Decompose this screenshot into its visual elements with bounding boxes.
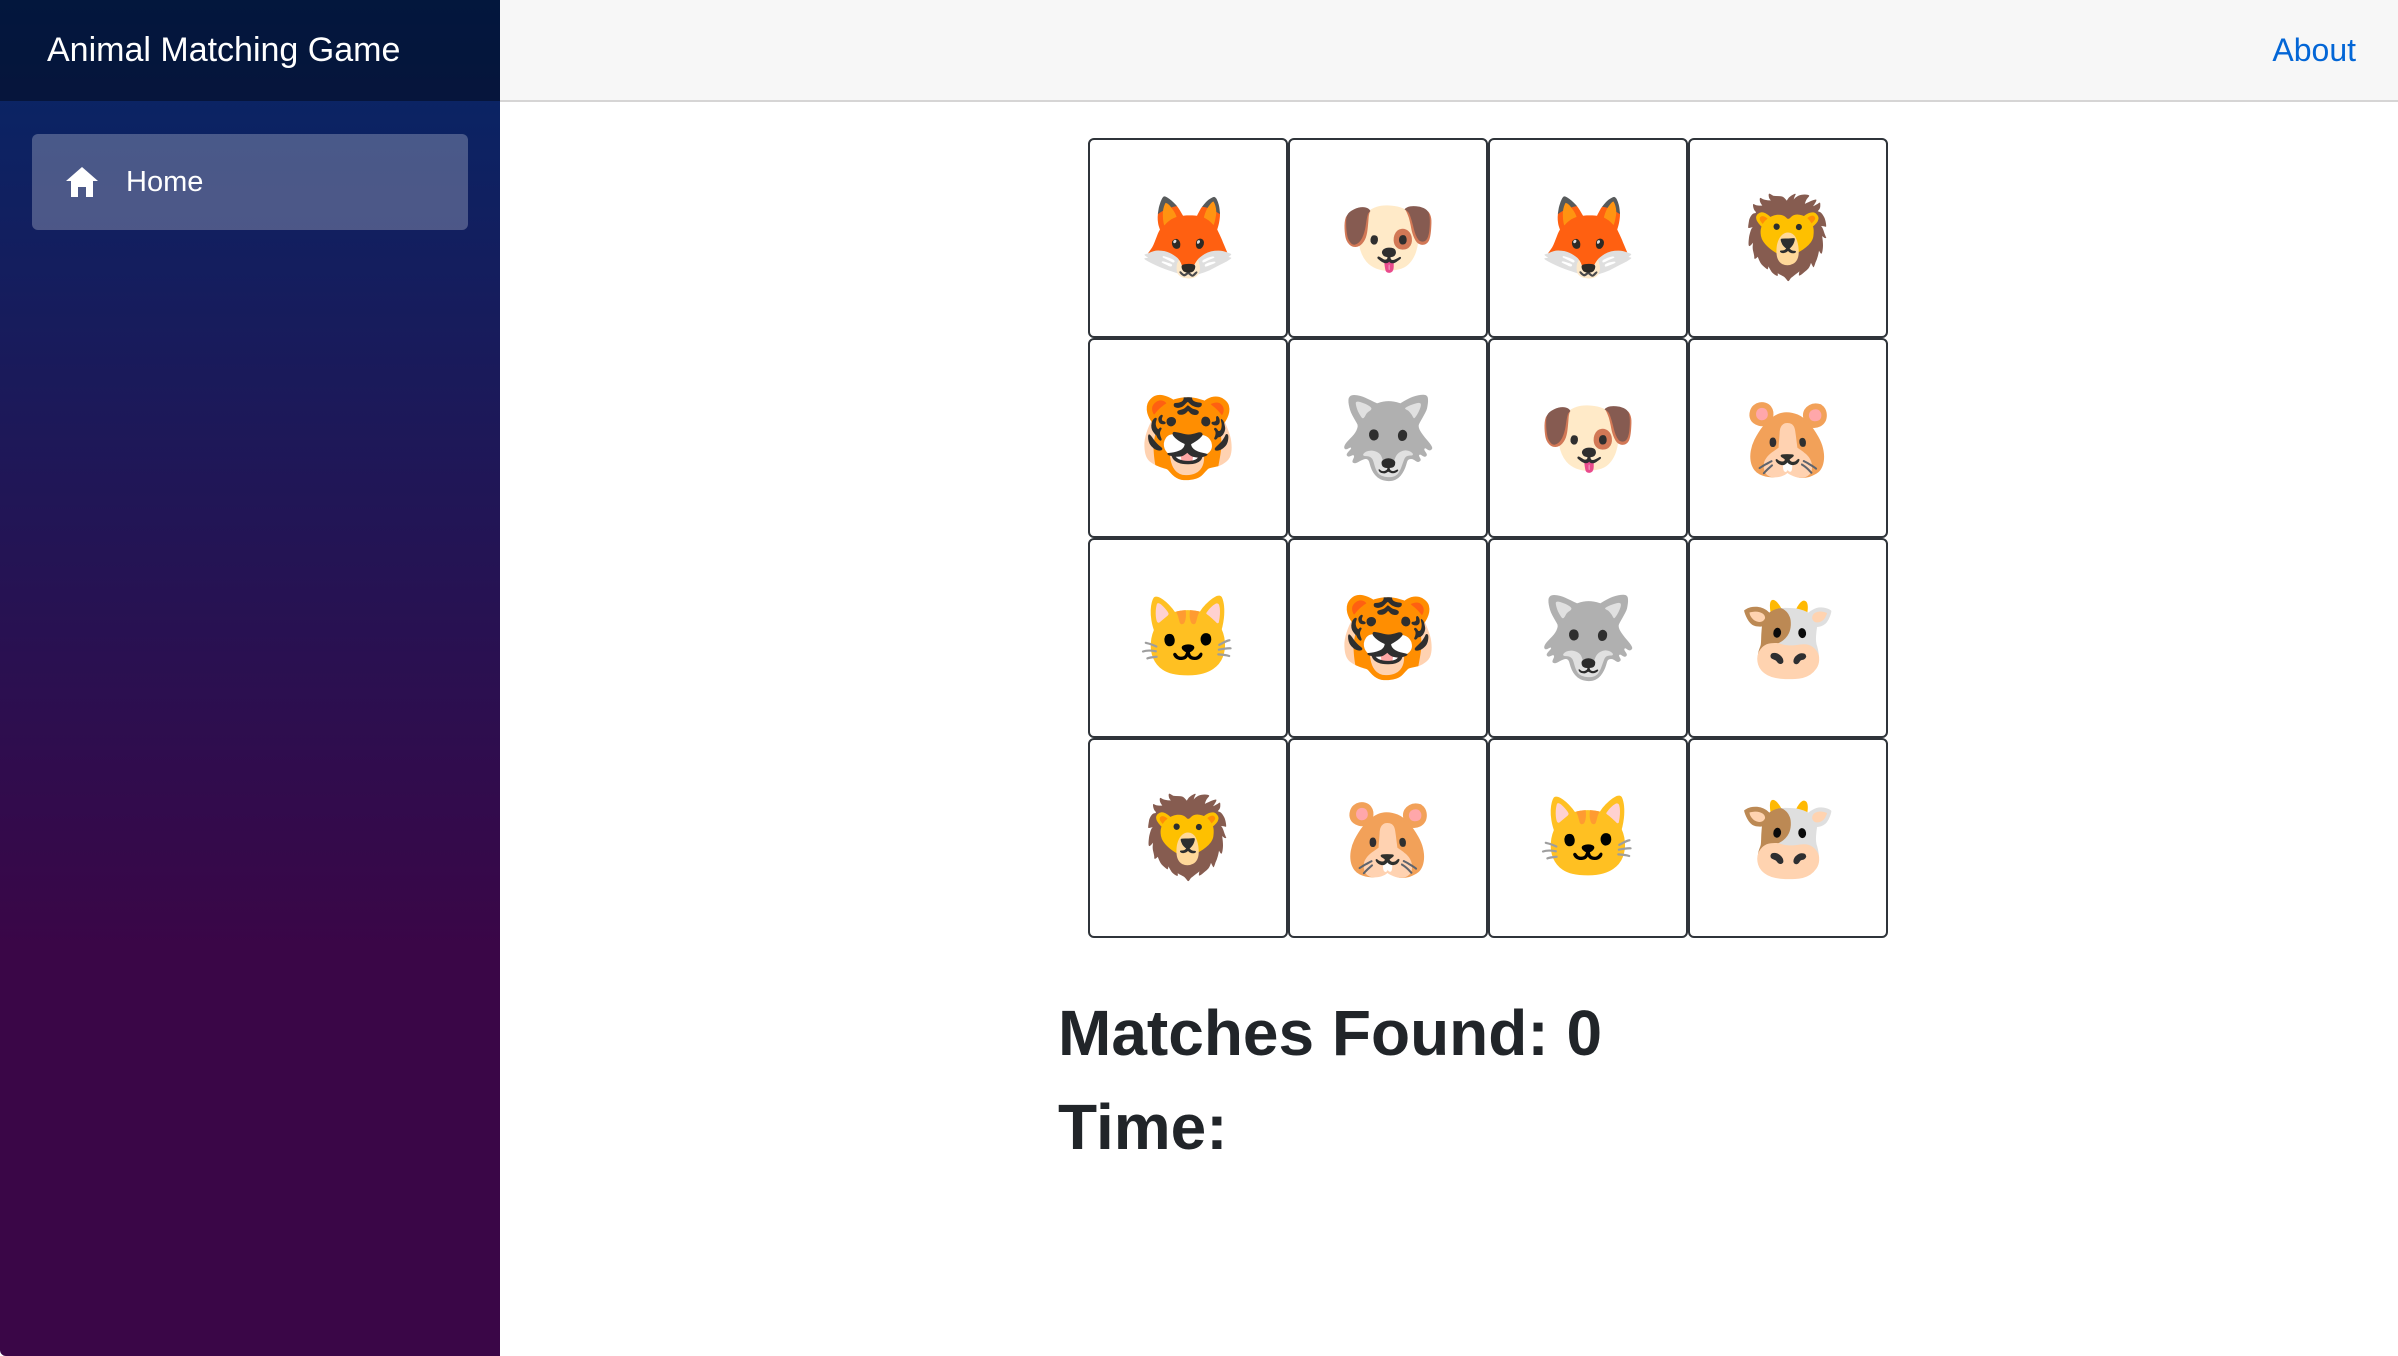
- sidebar-item-label: Home: [126, 165, 204, 198]
- card-tile[interactable]: 🐮: [1688, 738, 1888, 938]
- card-tile[interactable]: 🐱: [1088, 538, 1288, 738]
- card-tile[interactable]: 🐺: [1488, 538, 1688, 738]
- home-icon: [64, 164, 100, 200]
- time-text: Time:: [1058, 1091, 1228, 1163]
- card-tile[interactable]: 🐶: [1288, 138, 1488, 338]
- card-tile[interactable]: 🦁: [1688, 138, 1888, 338]
- card-tile[interactable]: 🐶: [1488, 338, 1688, 538]
- brand-link[interactable]: Animal Matching Game: [47, 31, 400, 70]
- card-tile[interactable]: 🐹: [1288, 738, 1488, 938]
- card-tile[interactable]: 🐯: [1088, 338, 1288, 538]
- card-tile[interactable]: 🐯: [1288, 538, 1488, 738]
- card-tile[interactable]: 🦊: [1488, 138, 1688, 338]
- brand-bar: Animal Matching Game: [0, 0, 500, 101]
- main-content: 🦊 🐶 🦊 🦁 🐯 🐺 🐶 🐹 🐱 🐯 🐺 🐮 🦁 🐹 🐱 🐮 Matches …: [500, 102, 2398, 1356]
- card-tile[interactable]: 🦊: [1088, 138, 1288, 338]
- card-tile[interactable]: 🐺: [1288, 338, 1488, 538]
- matches-found-text: Matches Found: 0: [1058, 997, 1603, 1069]
- game-stats: Matches Found: 0 Time:: [1058, 986, 1602, 1174]
- about-link[interactable]: About: [2272, 32, 2356, 69]
- card-tile[interactable]: 🐮: [1688, 538, 1888, 738]
- card-tile[interactable]: 🐹: [1688, 338, 1888, 538]
- card-grid: 🦊 🐶 🦊 🦁 🐯 🐺 🐶 🐹 🐱 🐯 🐺 🐮 🦁 🐹 🐱 🐮: [1088, 138, 1888, 938]
- card-tile[interactable]: 🦁: [1088, 738, 1288, 938]
- sidebar: Animal Matching Game Home: [0, 0, 500, 1356]
- top-bar: About: [500, 0, 2398, 102]
- app-window: Animal Matching Game Home About 🦊 🐶 🦊 🦁 …: [0, 0, 2398, 1356]
- card-tile[interactable]: 🐱: [1488, 738, 1688, 938]
- sidebar-item-home[interactable]: Home: [32, 134, 468, 230]
